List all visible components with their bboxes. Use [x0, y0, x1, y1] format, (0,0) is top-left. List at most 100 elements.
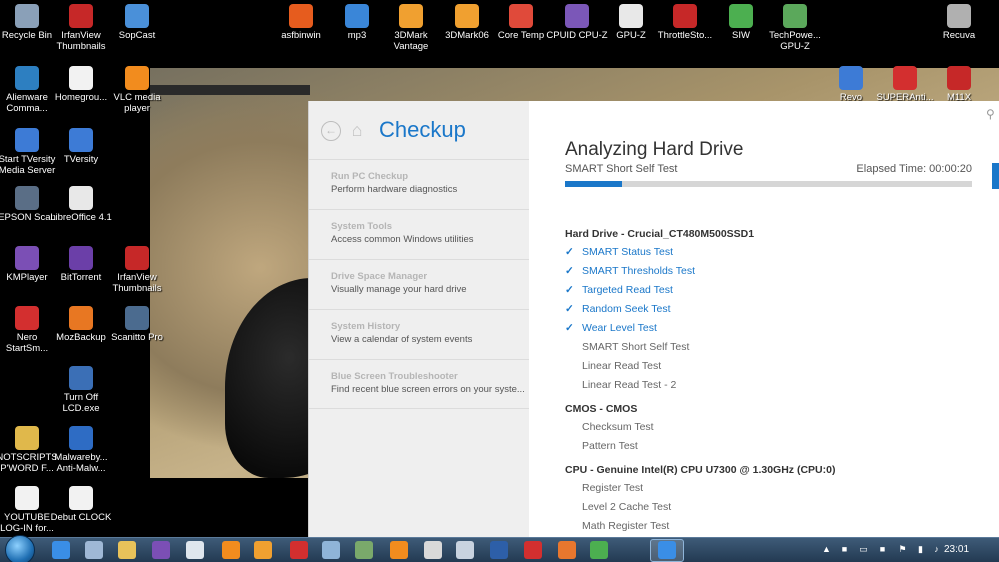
volume-icon[interactable]: ♪ — [930, 543, 943, 556]
desktop-icon[interactable]: SopCast — [106, 4, 168, 41]
cpuz-icon — [565, 4, 589, 28]
tversity-icon — [15, 128, 39, 152]
sidebar-nav-item[interactable]: System Tools Access common Windows utilit… — [309, 209, 529, 259]
desktop-icon[interactable]: Core Temp — [490, 4, 552, 41]
wallpaper-edge — [150, 85, 310, 95]
desktop-icon[interactable]: SIW — [710, 4, 772, 41]
test-name: Math Register Test — [582, 520, 670, 532]
opera-icon[interactable] — [524, 541, 542, 559]
desktop-icon-label: GPU-Z — [616, 30, 646, 41]
desktop-icon[interactable]: MozBackup — [50, 306, 112, 343]
shield-tray-icon[interactable]: ■ — [876, 543, 889, 556]
download-icon[interactable] — [355, 541, 373, 559]
desktop-icon[interactable]: Turn Off LCD.exe — [50, 366, 112, 414]
desktop-icon[interactable]: BitTorrent — [50, 246, 112, 283]
pdf-icon — [947, 66, 971, 90]
desktop-icon[interactable]: asfbinwin — [270, 4, 332, 41]
mozbackup-icon — [69, 306, 93, 330]
desktop-icon[interactable]: Malwareby... Anti-Malw... — [50, 426, 112, 474]
checkup-icon[interactable] — [658, 541, 676, 559]
test-name: SMART Thresholds Test — [582, 265, 696, 277]
ie-icon[interactable] — [52, 541, 70, 559]
desktop-icon[interactable]: Scanitto Pro — [106, 306, 168, 343]
test-name: Level 2 Cache Test — [582, 501, 672, 513]
desktop-icon[interactable]: Revo — [820, 66, 882, 103]
checkup-sidebar: ← ⌂ Checkup Run PC Checkup Perform hardwa… — [309, 101, 529, 537]
desktop-icon[interactable]: IrfanView Thumbnails — [50, 4, 112, 52]
desktop-icon[interactable]: M11X — [928, 66, 990, 103]
desktop-icon[interactable]: IrfanView Thumbnails — [106, 246, 168, 294]
kmplayer-icon[interactable] — [152, 541, 170, 559]
nav-item-description: Perform hardware diagnostics — [331, 184, 458, 195]
desktop-icon-label: Recuva — [942, 30, 976, 41]
desktop-icon[interactable]: LibreOffice 4.1 — [50, 186, 112, 223]
nav-item-description: Visually manage your hard drive — [331, 284, 467, 295]
desktop-icon-label: Malwareby... Anti-Malw... — [54, 452, 108, 474]
disc-icon[interactable] — [186, 541, 204, 559]
superantispyware-icon — [893, 66, 917, 90]
folder-icon — [15, 426, 39, 450]
home-icon[interactable]: ⌂ — [347, 120, 367, 140]
desktop-icon[interactable]: Debut CLOCK — [50, 486, 112, 523]
current-test-label: SMART Short Self Test — [565, 163, 678, 175]
desktop-icon[interactable]: TechPowe... GPU-Z — [764, 4, 826, 52]
cancel-button-edge[interactable] — [992, 163, 999, 189]
desktop-icon[interactable]: mp3 — [326, 4, 388, 41]
chrome-icon[interactable] — [590, 541, 608, 559]
settings-icon[interactable] — [322, 541, 340, 559]
clock[interactable]: 23:01 — [944, 544, 969, 555]
start-button[interactable] — [5, 535, 35, 562]
desktop-icon-label: asfbinwin — [281, 30, 321, 41]
test-group-title: Hard Drive - Crucial_CT480M500SSD1 — [565, 228, 755, 240]
gpuz-icon — [619, 4, 643, 28]
siw-icon — [729, 4, 753, 28]
flag-icon[interactable]: ⚑ — [896, 543, 909, 556]
test-name: SMART Status Test — [582, 246, 674, 258]
checkmark-icon: ✓ — [565, 265, 574, 277]
save-icon[interactable] — [456, 541, 474, 559]
vlc-icon[interactable] — [390, 541, 408, 559]
firefox-icon[interactable] — [558, 541, 576, 559]
back-arrow-icon[interactable]: ← — [321, 121, 341, 141]
desktop-icon[interactable]: Recuva — [928, 4, 990, 41]
desktop-icon[interactable]: Homegrou... — [50, 66, 112, 103]
desktop-icon-label: Scanitto Pro — [111, 332, 163, 343]
shield-icon[interactable] — [424, 541, 442, 559]
sidebar-nav: Run PC Checkup Perform hardware diagnosti… — [309, 159, 529, 409]
test-name: Register Test — [582, 482, 644, 494]
test-name: Checksum Test — [582, 421, 654, 433]
chevron-up-icon[interactable]: ▲ — [820, 543, 833, 556]
desktop-icon[interactable]: VLC media player — [106, 66, 168, 114]
globe-icon[interactable] — [490, 541, 508, 559]
desktop-icon[interactable]: CPUID CPU-Z — [546, 4, 608, 41]
desktop-icon[interactable]: SUPERAnti... — [874, 66, 936, 103]
test-row: Pattern Test — [565, 440, 638, 452]
sidebar-nav-item[interactable]: System History View a calendar of system … — [309, 309, 529, 359]
document-icon[interactable] — [85, 541, 103, 559]
vlc-icon — [125, 66, 149, 90]
test-name: Random Seek Test — [582, 303, 671, 315]
test-group-title: CMOS - CMOS — [565, 403, 638, 415]
checkmark-icon: ✓ — [565, 322, 574, 334]
media-icon[interactable] — [254, 541, 272, 559]
test-row: Linear Read Test - 2 — [565, 379, 676, 391]
desktop-icon[interactable]: GPU-Z — [600, 4, 662, 41]
tools-icon[interactable] — [290, 541, 308, 559]
sidebar-nav-item[interactable]: Blue Screen Troubleshooter Find recent bl… — [309, 359, 529, 409]
elapsed-time: Elapsed Time: 00:00:20 — [856, 163, 972, 175]
sidebar-nav-item[interactable]: Drive Space Manager Visually manage your … — [309, 259, 529, 309]
desktop-icon[interactable]: ThrottleSto... — [654, 4, 716, 41]
desktop-icon[interactable]: TVersity — [50, 128, 112, 165]
sidebar-nav-item[interactable]: Run PC Checkup Perform hardware diagnosti… — [309, 159, 529, 209]
signal-icon[interactable]: ▮ — [914, 543, 927, 556]
desktop-icon[interactable]: 3DMark06 — [436, 4, 498, 41]
monitor-icon[interactable]: ▭ — [857, 543, 870, 556]
desktop-icon[interactable]: 3DMark Vantage — [380, 4, 442, 52]
desktop-icon-label: TechPowe... GPU-Z — [769, 30, 821, 52]
test-row: ✓ Wear Level Test — [565, 322, 657, 334]
3dmark-icon — [399, 4, 423, 28]
explorer-icon[interactable] — [118, 541, 136, 559]
vlc-icon[interactable] — [222, 541, 240, 559]
search-icon[interactable]: ⚲ — [986, 107, 999, 121]
app-tray-icon[interactable]: ■ — [838, 543, 851, 556]
